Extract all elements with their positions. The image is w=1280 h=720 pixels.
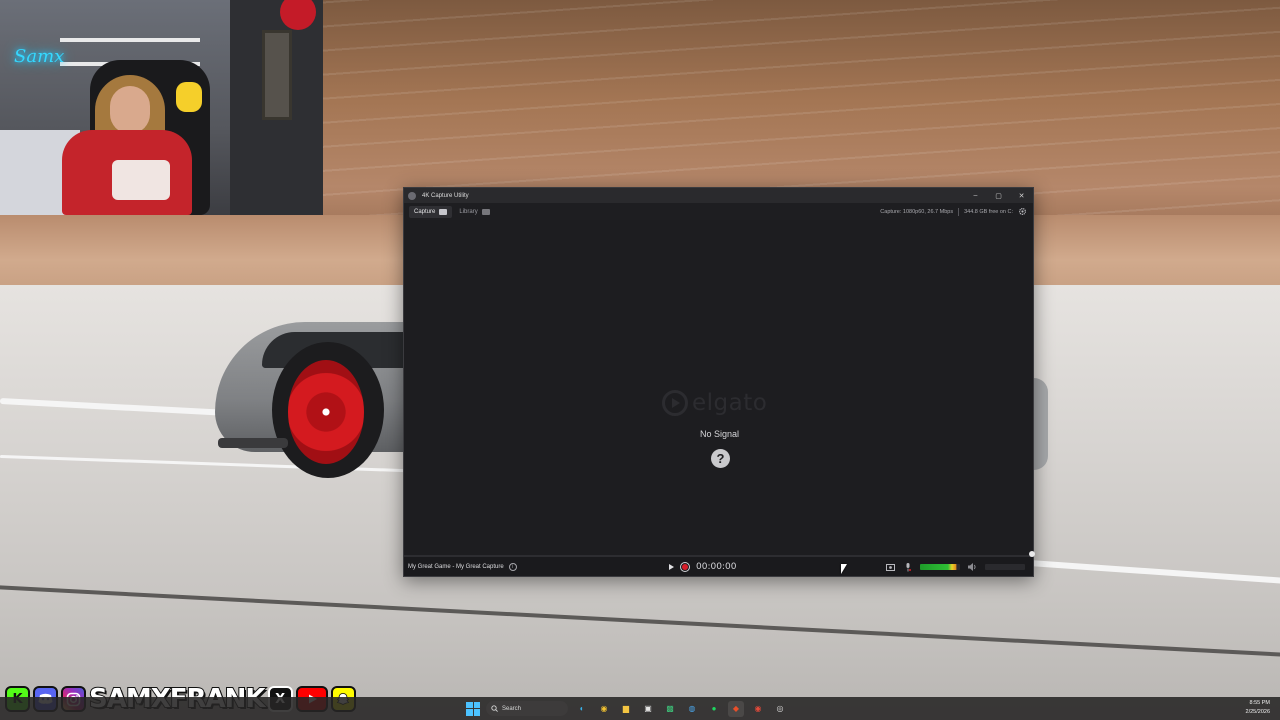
app-logo-icon [408, 191, 416, 200]
tab-capture-label: Capture [414, 208, 436, 215]
record-button[interactable] [680, 562, 690, 572]
tab-library-label: Library [459, 208, 478, 215]
audio-controls [886, 557, 1025, 577]
windows-taskbar: Search ◐ ◉ ▆ ▣ ▩ ◍ ● ◆ ◉ ◎ 8:55 PM 2/25/… [0, 697, 1280, 720]
video-preview-area[interactable]: elgato No Signal ? [404, 220, 1033, 558]
taskbar-clock[interactable]: 8:55 PM 2/25/2026 [1246, 699, 1270, 717]
webcam-neon-sign: Samx [14, 46, 65, 67]
microphone-icon[interactable] [903, 562, 912, 572]
search-icon [491, 705, 498, 712]
webcam-plush-toy [176, 82, 202, 112]
play-icon[interactable] [669, 564, 674, 570]
elgato-logo-icon [662, 390, 688, 416]
close-button[interactable]: ✕ [1010, 188, 1033, 203]
webcam-shirt-print [112, 160, 170, 200]
taskbar-date: 2/25/2026 [1245, 709, 1270, 715]
window-titlebar[interactable]: 4K Capture Utility – ▢ ✕ [404, 188, 1033, 203]
capture-utility-taskbar-icon[interactable]: ◎ [772, 701, 788, 717]
xbox-app-icon[interactable]: ▩ [662, 701, 678, 717]
capture-icon [439, 208, 448, 215]
no-signal-message: No Signal [699, 429, 740, 439]
elgato-logo-text: elgato [692, 390, 768, 416]
help-icon[interactable]: ? [711, 449, 730, 468]
tab-capture[interactable]: Capture [409, 205, 453, 218]
info-icon[interactable]: i [508, 563, 517, 571]
capture-name-area: My Great Game - My Great Capture i [408, 557, 517, 577]
store-icon[interactable]: ▣ [640, 701, 656, 717]
chrome-icon[interactable]: ◉ [596, 701, 612, 717]
transport-controls: 00:00:00 [669, 557, 736, 577]
webcam-shelf [60, 38, 200, 42]
gear-icon[interactable] [1018, 207, 1027, 216]
spotify-icon[interactable]: ● [706, 701, 722, 717]
timeline-handle[interactable] [1029, 551, 1035, 557]
capture-settings-info: Capture: 1080p60, 26.7 Mbps [880, 208, 954, 215]
app-toolbar: Capture Library Capture: 1080p60, 26.7 M… [404, 203, 1033, 220]
audio-level-meter [920, 564, 960, 570]
speaker-icon[interactable] [968, 563, 977, 572]
window-controls: – ▢ ✕ [964, 188, 1033, 203]
webcam-door [262, 30, 292, 120]
taskbar-apps: Search ◐ ◉ ▆ ▣ ▩ ◍ ● ◆ ◉ ◎ [466, 697, 788, 720]
car-wheel-rim [288, 360, 364, 464]
capture-status: Capture: 1080p60, 26.7 Mbps 344.8 GB fre… [880, 203, 1027, 220]
car-splitter [218, 438, 288, 448]
maximize-button[interactable]: ▢ [987, 188, 1010, 203]
obs-app-icon[interactable]: ◆ [728, 700, 744, 717]
chrome-alt-icon[interactable]: ◉ [750, 701, 766, 717]
minimize-button[interactable]: – [964, 188, 987, 203]
edge-icon[interactable]: ◐ [574, 701, 590, 717]
webcam-overlay: Samx [0, 0, 323, 215]
capture-title[interactable]: My Great Game - My Great Capture [408, 564, 504, 570]
status-divider [958, 207, 960, 216]
screenshot-icon[interactable] [886, 563, 895, 572]
windows-start-icon[interactable] [466, 701, 480, 716]
taskbar-search-box[interactable]: Search [486, 701, 568, 716]
taskbar-time: 8:55 PM [1249, 700, 1270, 706]
webcam-person-face [110, 86, 150, 134]
volume-slider[interactable] [985, 564, 1025, 570]
capture-app-window[interactable]: 4K Capture Utility – ▢ ✕ Capture Library… [403, 187, 1035, 577]
library-icon [481, 208, 490, 215]
steam-icon[interactable]: ◍ [684, 701, 700, 717]
window-title: 4K Capture Utility [422, 192, 469, 199]
taskbar-search-placeholder: Search [502, 705, 522, 712]
capture-control-bar: My Great Game - My Great Capture i 00:00… [404, 551, 1035, 577]
file-explorer-icon[interactable]: ▆ [618, 701, 634, 717]
mouse-cursor-icon [841, 564, 847, 574]
recording-timecode: 00:00:00 [696, 562, 737, 572]
disk-free-space: 344.8 GB free on C: [964, 208, 1013, 215]
tab-library[interactable]: Library [454, 206, 494, 218]
elgato-logo: elgato [662, 388, 782, 418]
